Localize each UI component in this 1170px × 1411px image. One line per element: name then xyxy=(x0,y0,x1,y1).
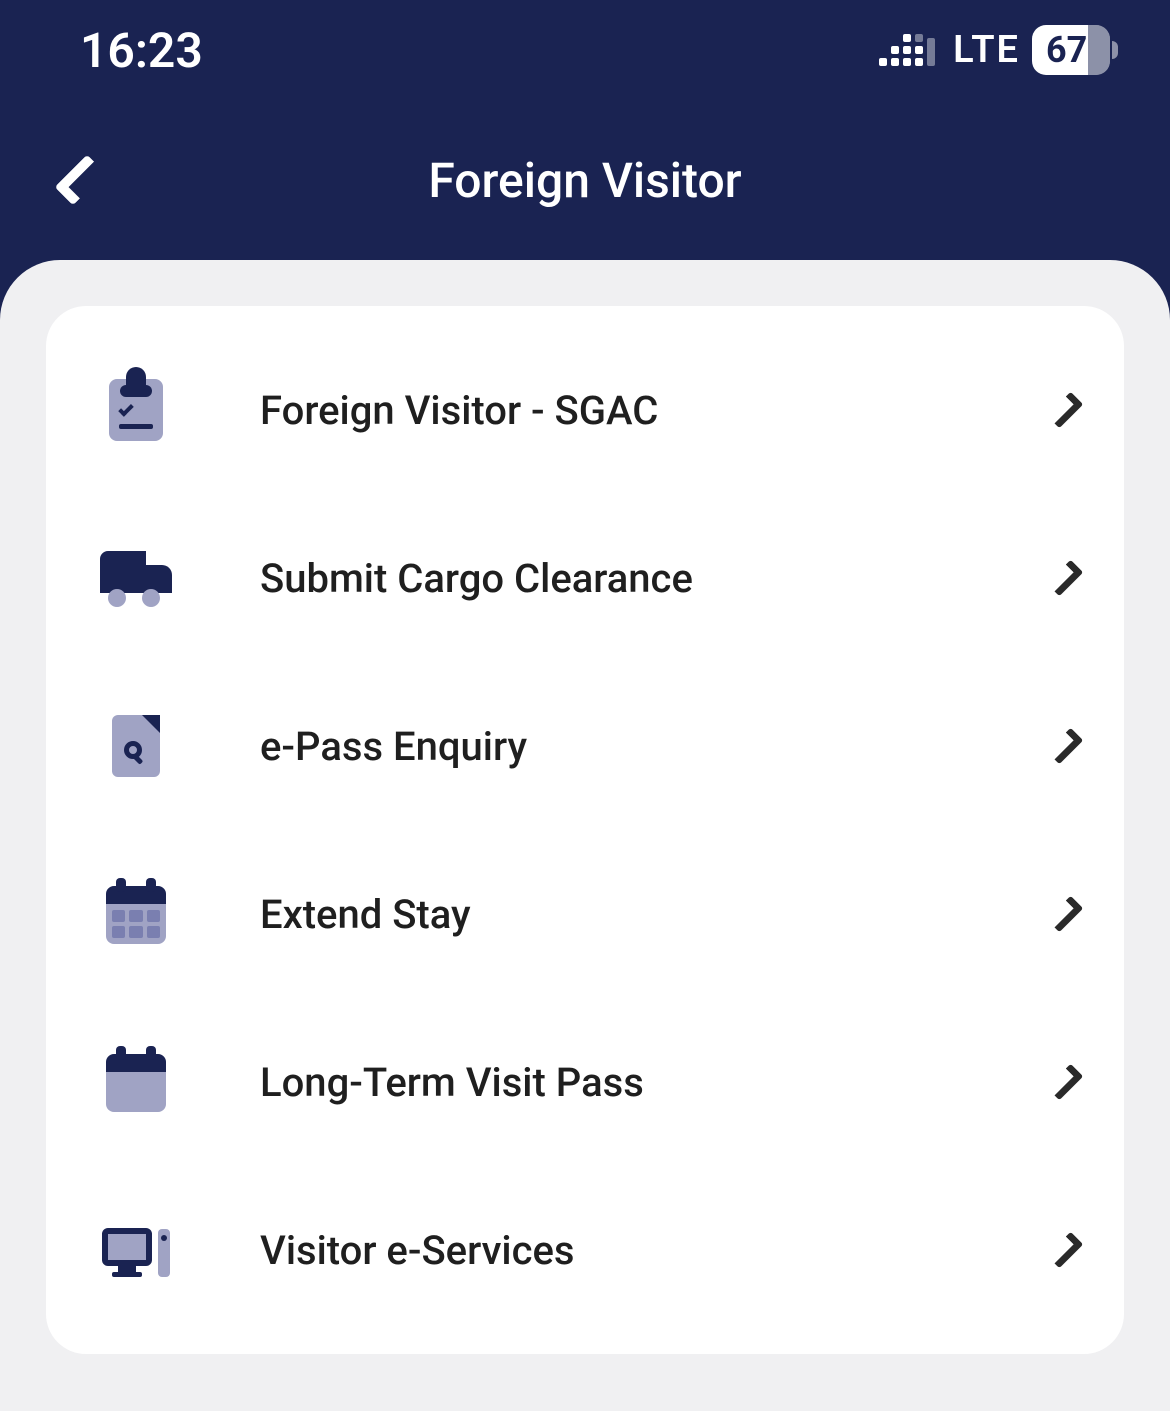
app-header: Foreign Visitor xyxy=(0,100,1170,260)
battery-percent: 67 xyxy=(1046,29,1087,71)
menu-item-long-term-visit-pass[interactable]: Long-Term Visit Pass xyxy=(96,998,1074,1166)
menu-item-epass-enquiry[interactable]: e-Pass Enquiry xyxy=(96,662,1074,830)
network-type: LTE xyxy=(953,28,1020,72)
signal-icon xyxy=(879,34,935,66)
truck-icon xyxy=(96,538,176,618)
menu-item-label: Submit Cargo Clearance xyxy=(260,555,1056,602)
menu-item-label: e-Pass Enquiry xyxy=(260,723,1056,770)
menu-item-label: Foreign Visitor - SGAC xyxy=(260,387,1056,434)
status-time: 16:23 xyxy=(80,22,203,79)
menu-item-visitor-eservices[interactable]: Visitor e-Services xyxy=(96,1166,1074,1334)
document-search-icon xyxy=(96,706,176,786)
battery-indicator: 67 xyxy=(1032,25,1110,75)
menu-item-label: Extend Stay xyxy=(260,891,1056,938)
calendar-grid-icon xyxy=(96,874,176,954)
menu-item-label: Visitor e-Services xyxy=(260,1227,1056,1274)
menu-item-label: Long-Term Visit Pass xyxy=(260,1059,1056,1106)
chevron-left-icon xyxy=(55,155,106,206)
page-title: Foreign Visitor xyxy=(428,152,741,209)
menu-item-foreign-visitor-sgac[interactable]: Foreign Visitor - SGAC xyxy=(96,326,1074,494)
menu-card: Foreign Visitor - SGAC Submit Cargo Clea… xyxy=(46,306,1124,1354)
status-bar: 16:23 LTE 67 xyxy=(0,0,1170,100)
menu-item-extend-stay[interactable]: Extend Stay xyxy=(96,830,1074,998)
content-area: Foreign Visitor - SGAC Submit Cargo Clea… xyxy=(0,260,1170,1411)
status-indicators: LTE 67 xyxy=(879,25,1110,75)
calendar-icon xyxy=(96,1042,176,1122)
menu-item-cargo-clearance[interactable]: Submit Cargo Clearance xyxy=(96,494,1074,662)
clipboard-icon xyxy=(96,370,176,450)
computer-icon xyxy=(96,1210,176,1290)
back-button[interactable] xyxy=(50,150,110,210)
